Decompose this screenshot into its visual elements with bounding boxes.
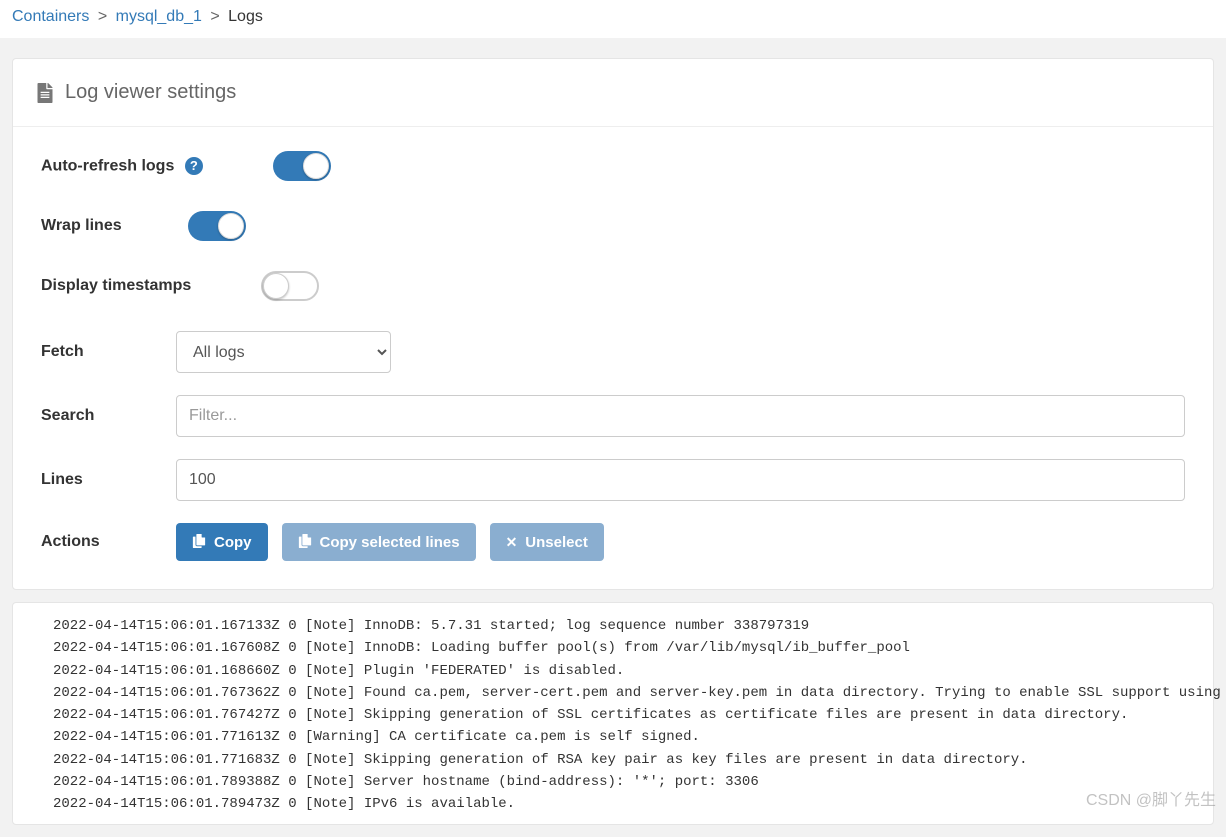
copy-selected-button[interactable]: Copy selected lines	[282, 523, 476, 561]
row-display-timestamps: Display timestamps	[41, 271, 1185, 301]
lines-input[interactable]	[176, 459, 1185, 501]
label-fetch: Fetch	[41, 343, 176, 361]
log-line[interactable]: 2022-04-14T15:06:01.167133Z 0 [Note] Inn…	[21, 615, 1205, 637]
breadcrumb-container-name[interactable]: mysql_db_1	[116, 8, 202, 25]
log-line[interactable]: 2022-04-14T15:06:01.767427Z 0 [Note] Ski…	[21, 704, 1205, 726]
search-input[interactable]	[176, 395, 1185, 437]
label-display-timestamps: Display timestamps	[41, 277, 241, 295]
label-search: Search	[41, 407, 176, 425]
log-line[interactable]: 2022-04-14T15:06:01.167608Z 0 [Note] Inn…	[21, 637, 1205, 659]
breadcrumb-sep: >	[98, 8, 107, 25]
label-lines: Lines	[41, 471, 176, 489]
log-line[interactable]: 2022-04-14T15:06:01.767362Z 0 [Note] Fou…	[21, 682, 1205, 704]
breadcrumb-sep: >	[210, 8, 219, 25]
row-actions: Actions Copy Copy selected lines ✕ Unsel…	[41, 523, 1185, 561]
row-lines: Lines	[41, 459, 1185, 501]
panel-header: Log viewer settings	[13, 59, 1213, 127]
breadcrumb: Containers > mysql_db_1 > Logs	[0, 0, 1226, 38]
copy-icon	[298, 534, 312, 551]
fetch-select[interactable]: All logs	[176, 331, 391, 373]
label-wrap-lines: Wrap lines	[41, 217, 176, 235]
breadcrumb-containers[interactable]: Containers	[12, 8, 89, 25]
label-auto-refresh: Auto-refresh logs ?	[41, 157, 241, 176]
help-icon[interactable]: ?	[185, 157, 203, 175]
label-actions: Actions	[41, 533, 176, 551]
log-line[interactable]: 2022-04-14T15:06:01.771683Z 0 [Note] Ski…	[21, 749, 1205, 771]
file-icon	[37, 83, 53, 103]
toggle-auto-refresh[interactable]	[273, 151, 331, 181]
toggle-display-timestamps[interactable]	[261, 271, 319, 301]
log-line[interactable]: 2022-04-14T15:06:01.168660Z 0 [Note] Plu…	[21, 660, 1205, 682]
copy-button[interactable]: Copy	[176, 523, 268, 561]
log-line[interactable]: 2022-04-14T15:06:01.789388Z 0 [Note] Ser…	[21, 771, 1205, 793]
toggle-wrap-lines[interactable]	[188, 211, 246, 241]
row-auto-refresh: Auto-refresh logs ?	[41, 151, 1185, 181]
row-search: Search	[41, 395, 1185, 437]
log-line[interactable]: 2022-04-14T15:06:01.789473Z 0 [Note] IPv…	[21, 793, 1205, 815]
breadcrumb-current: Logs	[228, 8, 263, 25]
row-fetch: Fetch All logs	[41, 331, 1185, 373]
unselect-button[interactable]: ✕ Unselect	[490, 523, 604, 561]
log-line[interactable]: 2022-04-14T15:06:01.771613Z 0 [Warning] …	[21, 726, 1205, 748]
close-icon: ✕	[506, 534, 518, 551]
log-output-panel: 2022-04-14T15:06:01.167133Z 0 [Note] Inn…	[12, 602, 1214, 825]
log-viewer-settings-panel: Log viewer settings Auto-refresh logs ? …	[12, 58, 1214, 590]
panel-title: Log viewer settings	[65, 81, 236, 104]
row-wrap-lines: Wrap lines	[41, 211, 1185, 241]
copy-icon	[192, 534, 206, 551]
